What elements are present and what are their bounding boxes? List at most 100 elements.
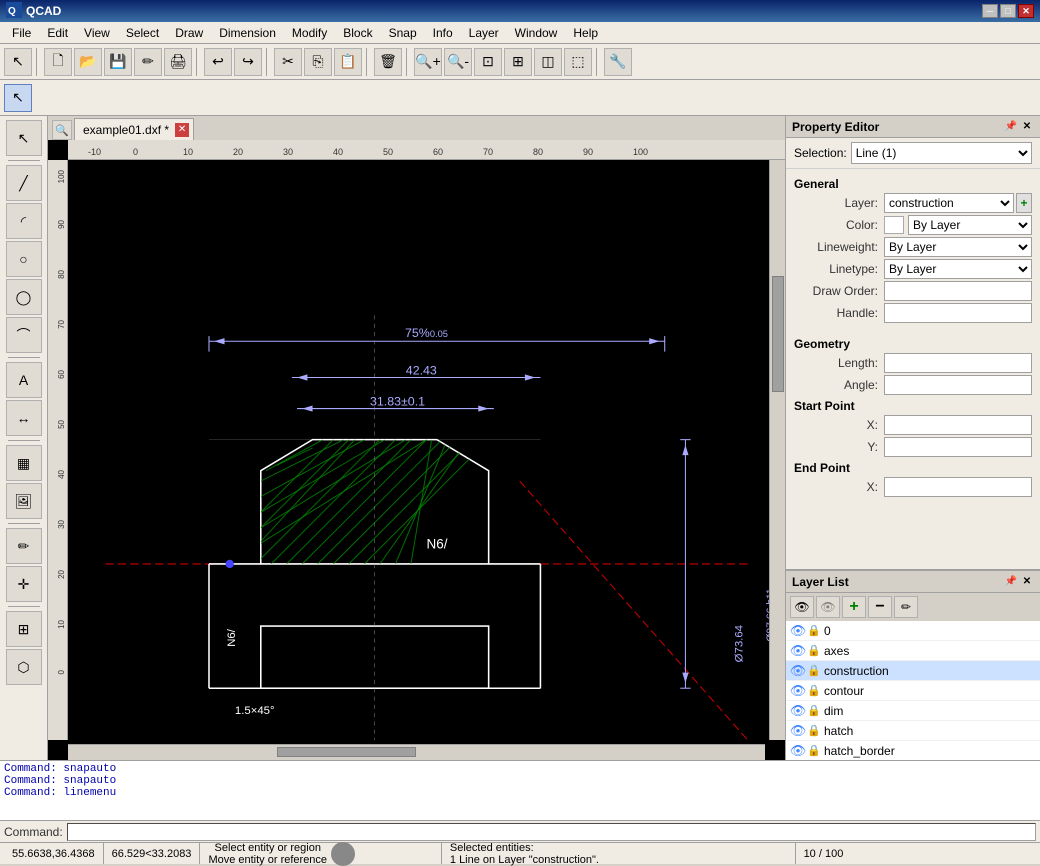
layer-lock-icon[interactable]: 🔒: [806, 643, 822, 659]
layer-add-button[interactable]: +: [842, 596, 866, 618]
lineweight-dropdown[interactable]: By Layer: [884, 237, 1032, 257]
line-tool-btn[interactable]: ╱: [6, 165, 42, 201]
undo-button[interactable]: ↩: [204, 48, 232, 76]
layer-edit-button[interactable]: ✏: [894, 596, 918, 618]
save-as-button[interactable]: ✏: [134, 48, 162, 76]
image-tool-btn[interactable]: 🖼: [6, 483, 42, 519]
menubar-item-draw[interactable]: Draw: [167, 24, 211, 42]
layer-list-pin-button[interactable]: 📌: [1004, 575, 1018, 589]
drawing-tab[interactable]: example01.dxf * ✕: [74, 118, 194, 140]
dimension-tool-btn[interactable]: ↔: [6, 400, 42, 436]
text-tool-btn[interactable]: A: [6, 362, 42, 398]
save-button[interactable]: 💾: [104, 48, 132, 76]
menubar-item-layer[interactable]: Layer: [461, 24, 507, 42]
print-button[interactable]: 🖨: [164, 48, 192, 76]
arc-tool-btn[interactable]: ◜: [6, 203, 42, 239]
canvas-wrapper[interactable]: -10 0 10 20 30 40 50 60 70 80 90 100 100: [48, 140, 785, 760]
menubar-item-block[interactable]: Block: [335, 24, 380, 42]
layer-lock-icon[interactable]: 🔒: [806, 703, 822, 719]
vscroll-thumb[interactable]: [772, 276, 784, 392]
menubar-item-file[interactable]: File: [4, 24, 39, 42]
zoom-in-button[interactable]: 🔍+: [414, 48, 442, 76]
delete-button[interactable]: 🗑: [374, 48, 402, 76]
layer-remove-button[interactable]: −: [868, 596, 892, 618]
end-x-input[interactable]: 120: [884, 477, 1032, 497]
angle-input[interactable]: 0: [884, 375, 1032, 395]
arrow-select-button[interactable]: ↖: [4, 84, 32, 112]
circle-tool-btn[interactable]: ○: [6, 241, 42, 277]
list-item[interactable]: 👁 🔒 axes: [786, 641, 1040, 661]
layer-visibility-icon[interactable]: 👁: [790, 703, 806, 719]
polyline-tool-btn[interactable]: ⌒: [6, 317, 42, 353]
menubar-item-modify[interactable]: Modify: [284, 24, 335, 42]
list-item[interactable]: 👁 🔒 construction: [786, 661, 1040, 681]
length-input[interactable]: 120: [884, 353, 1032, 373]
hatch-tool-btn[interactable]: ▦: [6, 445, 42, 481]
linetype-dropdown[interactable]: By Layer: [884, 259, 1032, 279]
layer-list-close-button[interactable]: ✕: [1020, 575, 1034, 589]
cut-button[interactable]: ✂: [274, 48, 302, 76]
layer-visibility-icon[interactable]: 👁: [790, 643, 806, 659]
layer-dropdown[interactable]: construction: [884, 193, 1014, 213]
menubar-item-window[interactable]: Window: [507, 24, 566, 42]
handle-input[interactable]: 0x70: [884, 303, 1032, 323]
command-input[interactable]: [67, 823, 1036, 841]
modify-tool-btn[interactable]: ✏: [6, 528, 42, 564]
properties-button[interactable]: 🔧: [604, 48, 632, 76]
menubar-item-select[interactable]: Select: [118, 24, 167, 42]
pointer-tool-button[interactable]: ↖: [4, 48, 32, 76]
start-x-input[interactable]: 0: [884, 415, 1032, 435]
property-editor-pin-button[interactable]: 📌: [1004, 120, 1018, 134]
layer-visibility-icon[interactable]: 👁: [790, 683, 806, 699]
maximize-button[interactable]: □: [1000, 4, 1016, 18]
zoom-window-button[interactable]: ⬚: [564, 48, 592, 76]
layer-hide-button[interactable]: 👁: [816, 596, 840, 618]
list-item[interactable]: 👁 🔒 contour: [786, 681, 1040, 701]
copy-button[interactable]: ⎘: [304, 48, 332, 76]
layer-lock-icon[interactable]: 🔒: [806, 683, 822, 699]
list-item[interactable]: 👁 🔒 dim: [786, 701, 1040, 721]
hscroll-thumb[interactable]: [277, 747, 416, 757]
paste-button[interactable]: 📋: [334, 48, 362, 76]
zoom-prev-button[interactable]: ◫: [534, 48, 562, 76]
vertical-scrollbar[interactable]: [769, 160, 785, 740]
block-tool-btn[interactable]: ⊞: [6, 611, 42, 647]
snap-tool-btn[interactable]: ✛: [6, 566, 42, 602]
horizontal-scrollbar[interactable]: [68, 744, 765, 760]
list-item[interactable]: 👁 🔒 hatch_border: [786, 741, 1040, 760]
layer-visibility-icon[interactable]: 👁: [790, 623, 806, 639]
menubar-item-snap[interactable]: Snap: [381, 24, 425, 42]
list-item[interactable]: 👁 🔒 0: [786, 621, 1040, 641]
layer-show-all-button[interactable]: 👁: [790, 596, 814, 618]
redo-button[interactable]: ↪: [234, 48, 262, 76]
zoom-out-button[interactable]: 🔍-: [444, 48, 472, 76]
start-y-input[interactable]: 36.82: [884, 437, 1032, 457]
layer-visibility-icon[interactable]: 👁: [790, 743, 806, 759]
layer-lock-icon[interactable]: 🔒: [806, 723, 822, 739]
close-button[interactable]: ✕: [1018, 4, 1034, 18]
tab-close-button[interactable]: ✕: [175, 123, 189, 137]
color-dropdown[interactable]: By Layer: [908, 215, 1032, 235]
new-button[interactable]: 🗋: [44, 48, 72, 76]
zoom-sel-button[interactable]: ⊞: [504, 48, 532, 76]
menubar-item-help[interactable]: Help: [565, 24, 606, 42]
open-button[interactable]: 📂: [74, 48, 102, 76]
3d-tool-btn[interactable]: ⬡: [6, 649, 42, 685]
layer-lock-icon[interactable]: 🔒: [806, 623, 822, 639]
selection-dropdown[interactable]: Line (1): [851, 142, 1032, 164]
zoom-fit-button[interactable]: ⊡: [474, 48, 502, 76]
ellipse-tool-btn[interactable]: ◯: [6, 279, 42, 315]
layer-lock-icon[interactable]: 🔒: [806, 663, 822, 679]
canvas[interactable]: 75%0.05 42.43 31.83±0.1 N6/ N6/: [68, 160, 785, 740]
tab-search-button[interactable]: 🔍: [52, 120, 72, 140]
menubar-item-info[interactable]: Info: [425, 24, 461, 42]
select-tool-btn[interactable]: ↖: [6, 120, 42, 156]
menubar-item-dimension[interactable]: Dimension: [211, 24, 284, 42]
layer-add-button[interactable]: +: [1016, 193, 1032, 213]
layer-lock-icon[interactable]: 🔒: [806, 743, 822, 759]
menubar-item-edit[interactable]: Edit: [39, 24, 76, 42]
list-item[interactable]: 👁 🔒 hatch: [786, 721, 1040, 741]
draw-order-input[interactable]: 30: [884, 281, 1032, 301]
property-editor-close-button[interactable]: ✕: [1020, 120, 1034, 134]
layer-visibility-icon[interactable]: 👁: [790, 663, 806, 679]
